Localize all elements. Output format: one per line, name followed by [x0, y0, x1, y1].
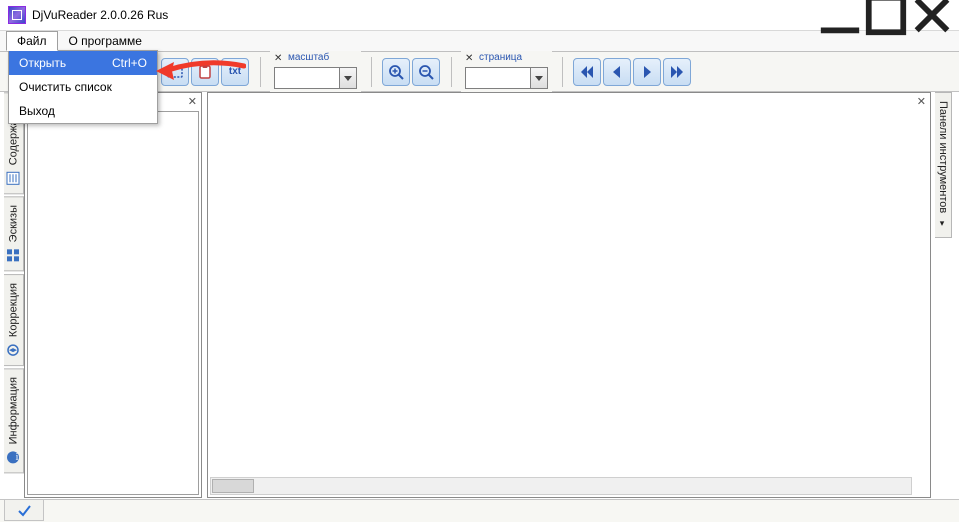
- window-title: DjVuReader 2.0.0.26 Rus: [32, 8, 168, 22]
- tab-info[interactable]: i Информация: [4, 368, 24, 473]
- tab-correction[interactable]: Коррекция: [4, 274, 24, 366]
- zoom-combo[interactable]: [274, 67, 357, 89]
- app-icon: [8, 6, 26, 24]
- txt-icon: txt: [229, 66, 241, 77]
- zoom-combo-dropdown-icon[interactable]: [339, 68, 356, 88]
- page-combo[interactable]: [465, 67, 548, 89]
- zoom-group-close-icon[interactable]: ✕: [274, 53, 282, 64]
- document-view: ✕: [207, 92, 931, 498]
- page-group-label: страница: [479, 52, 522, 63]
- tab-thumbs-label: Эскизы: [8, 205, 20, 242]
- file-menu-clear[interactable]: Очистить список: [9, 75, 157, 99]
- page-input[interactable]: [466, 68, 530, 88]
- file-menu-exit[interactable]: Выход: [9, 99, 157, 123]
- thumbs-icon: [7, 249, 21, 263]
- file-menu-open-label: Открыть: [19, 56, 66, 70]
- right-side-tabs: Панели инструментов ▾: [935, 92, 955, 498]
- file-menu-open[interactable]: Открыть Ctrl+O: [9, 51, 157, 75]
- horizontal-scrollbar[interactable]: [210, 477, 912, 495]
- left-side-tabs: Содержание Эскизы Коррекция i Информация: [4, 92, 24, 498]
- status-check-tab[interactable]: [4, 500, 44, 521]
- title-bar: DjVuReader 2.0.0.26 Rus: [0, 0, 959, 31]
- menu-file[interactable]: Файл: [6, 31, 58, 51]
- check-icon: [17, 503, 31, 517]
- file-menu-clear-label: Очистить список: [19, 80, 112, 94]
- tab-thumbs[interactable]: Эскизы: [4, 196, 24, 271]
- txt-button[interactable]: txt: [221, 58, 249, 86]
- page-combo-dropdown-icon[interactable]: [530, 68, 547, 88]
- chevron-down-icon: ▾: [938, 219, 948, 229]
- tab-info-label: Информация: [8, 377, 20, 444]
- file-menu-exit-label: Выход: [19, 104, 55, 118]
- left-panel: ✕: [24, 92, 202, 498]
- tab-correction-label: Коррекция: [8, 283, 20, 337]
- status-bar: [0, 499, 959, 522]
- left-panel-close-icon[interactable]: ✕: [188, 95, 197, 108]
- nav-last-button[interactable]: [663, 58, 691, 86]
- scrollbar-thumb[interactable]: [212, 479, 254, 493]
- tab-tools-panel[interactable]: Панели инструментов ▾: [935, 92, 952, 238]
- file-menu-open-shortcut: Ctrl+O: [112, 56, 147, 70]
- menu-about[interactable]: О программе: [58, 31, 153, 51]
- close-button[interactable]: [909, 0, 955, 30]
- file-menu-dropdown: Открыть Ctrl+O Очистить список Выход: [8, 50, 158, 124]
- zoom-group-label: масштаб: [288, 52, 329, 63]
- zoom-group: ✕ масштаб: [270, 51, 361, 93]
- minimize-button[interactable]: [817, 0, 863, 30]
- nav-first-button[interactable]: [573, 58, 601, 86]
- nav-prev-button[interactable]: [603, 58, 631, 86]
- select-rect-button[interactable]: [161, 58, 189, 86]
- workspace: Содержание Эскизы Коррекция i Информация…: [4, 92, 955, 498]
- document-view-close-icon[interactable]: ✕: [917, 95, 926, 108]
- info-icon: i: [7, 450, 21, 464]
- clipboard-button[interactable]: [191, 58, 219, 86]
- maximize-button[interactable]: [863, 0, 909, 30]
- tab-tools-panel-label: Панели инструментов: [937, 101, 949, 213]
- correction-icon: [7, 343, 21, 357]
- contents-icon: [7, 171, 21, 185]
- page-group: ✕ страница: [461, 51, 552, 93]
- menubar: Файл О программе: [0, 31, 959, 52]
- page-group-close-icon[interactable]: ✕: [465, 53, 473, 64]
- zoom-out-button[interactable]: [412, 58, 440, 86]
- zoom-in-button[interactable]: [382, 58, 410, 86]
- left-panel-content: [27, 111, 199, 495]
- nav-next-button[interactable]: [633, 58, 661, 86]
- zoom-input[interactable]: [275, 68, 339, 88]
